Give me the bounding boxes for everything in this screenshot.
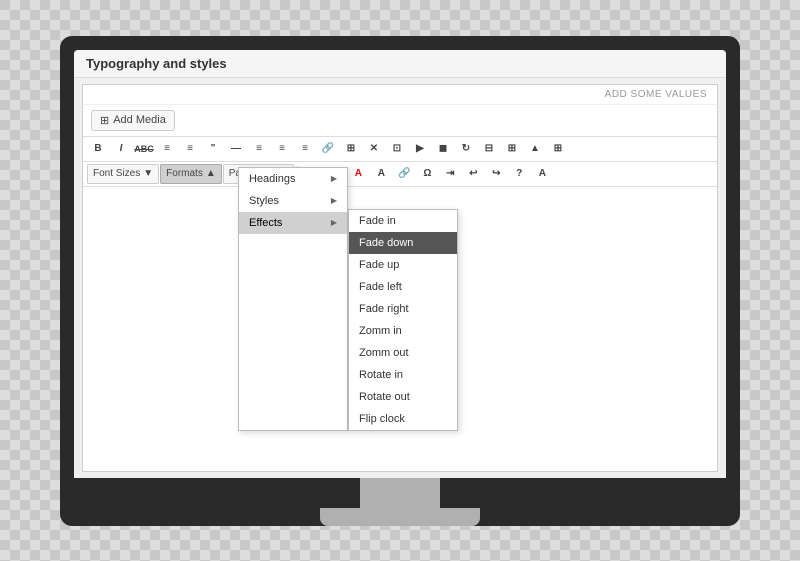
add-values-label: ADD SOME VALUES [605, 89, 707, 100]
ordered-list-button[interactable]: ≡ [179, 139, 201, 159]
add-values-bar: ADD SOME VALUES [83, 85, 717, 105]
fade-right-label: Fade right [359, 303, 409, 315]
effect-fade-in[interactable]: Fade in [349, 210, 457, 232]
menu-item-effects[interactable]: Effects ▶ [239, 212, 347, 234]
embed-button[interactable]: ⊡ [386, 139, 408, 159]
play-button[interactable]: ▶ [409, 139, 431, 159]
fade-left-label: Fade left [359, 281, 402, 293]
font-button[interactable]: A [531, 164, 553, 184]
fade-in-label: Fade in [359, 215, 396, 227]
monitor-screen: Typography and styles ADD SOME VALUES ⊞ … [74, 50, 726, 478]
headings-arrow: ▶ [331, 174, 337, 183]
font-sizes-label: Font Sizes [93, 168, 140, 179]
effect-fade-up[interactable]: Fade up [349, 254, 457, 276]
effect-zoom-in[interactable]: Zomm in [349, 320, 457, 342]
rotate-out-label: Rotate out [359, 391, 410, 403]
bold-button[interactable]: B [87, 139, 109, 159]
media-button[interactable]: ◼ [432, 139, 454, 159]
monitor: Typography and styles ADD SOME VALUES ⊞ … [60, 36, 740, 526]
add-media-label: Add Media [113, 114, 166, 126]
special3-button[interactable]: ⊞ [501, 139, 523, 159]
rotate-in-label: Rotate in [359, 369, 403, 381]
monitor-stand-neck [360, 478, 440, 508]
fade-down-label: Fade down [359, 237, 413, 249]
undo-button[interactable]: ↩ [462, 164, 484, 184]
formats-dropdown[interactable]: Formats ▲ [160, 164, 222, 184]
link-button[interactable]: 🔗 [317, 139, 339, 159]
effects-submenu: Fade in Fade down Fade up Fade left Fade [348, 209, 458, 431]
strikethrough-button[interactable]: ABC [133, 139, 155, 159]
formats-label: Formats [166, 168, 203, 179]
effect-flip-clock[interactable]: Flip clock [349, 408, 457, 430]
effect-rotate-out[interactable]: Rotate out [349, 386, 457, 408]
formats-menu: Headings ▶ Styles ▶ Effects ▶ [238, 167, 348, 431]
add-media-bar: ⊞ Add Media [83, 105, 717, 137]
dropdown-container: Headings ▶ Styles ▶ Effects ▶ [238, 167, 458, 431]
page-title: Typography and styles [86, 56, 227, 71]
menu-item-headings[interactable]: Headings ▶ [239, 168, 347, 190]
headings-label: Headings [249, 173, 295, 185]
unordered-list-button[interactable]: ≡ [156, 139, 178, 159]
special2-button[interactable]: ⊟ [478, 139, 500, 159]
horizontal-rule-button[interactable]: — [225, 139, 247, 159]
title-bar: Typography and styles [74, 50, 726, 78]
add-media-button[interactable]: ⊞ Add Media [91, 110, 175, 131]
effects-arrow: ▶ [331, 218, 337, 227]
up-button[interactable]: ▲ [524, 139, 546, 159]
zoom-out-label: Zomm out [359, 347, 409, 359]
italic-button[interactable]: I [110, 139, 132, 159]
effect-fade-down[interactable]: Fade down [349, 232, 457, 254]
fade-up-label: Fade up [359, 259, 399, 271]
formats-arrow: ▲ [206, 168, 216, 179]
blockquote-button[interactable]: " [202, 139, 224, 159]
redo-button[interactable]: ↪ [485, 164, 507, 184]
menu-item-styles[interactable]: Styles ▶ [239, 190, 347, 212]
align-right-button[interactable]: ≡ [294, 139, 316, 159]
align-center-button[interactable]: ≡ [271, 139, 293, 159]
styles-arrow: ▶ [331, 196, 337, 205]
monitor-stand-base [320, 508, 480, 526]
effect-rotate-in[interactable]: Rotate in [349, 364, 457, 386]
font-sizes-arrow: ▼ [143, 168, 153, 179]
delete-button[interactable]: ✕ [363, 139, 385, 159]
add-media-icon: ⊞ [100, 114, 109, 127]
flip-clock-label: Flip clock [359, 413, 405, 425]
zoom-in-label: Zomm in [359, 325, 402, 337]
editor-wrapper: ADD SOME VALUES ⊞ Add Media B I ABC ≡ ≡ [82, 84, 718, 472]
toolbar-row1: B I ABC ≡ ≡ " — ≡ ≡ ≡ 🔗 ⊞ ✕ ⊡ ▶ ◼ ↻ [83, 137, 717, 162]
effect-fade-left[interactable]: Fade left [349, 276, 457, 298]
effect-zoom-out[interactable]: Zomm out [349, 342, 457, 364]
styles-label: Styles [249, 195, 279, 207]
help-button[interactable]: ? [508, 164, 530, 184]
effect-fade-right[interactable]: Fade right [349, 298, 457, 320]
effects-label: Effects [249, 217, 282, 229]
grid-button[interactable]: ⊞ [547, 139, 569, 159]
special1-button[interactable]: ↻ [455, 139, 477, 159]
screen-content: Typography and styles ADD SOME VALUES ⊞ … [74, 50, 726, 478]
insert-table-button[interactable]: ⊞ [340, 139, 362, 159]
align-left-button[interactable]: ≡ [248, 139, 270, 159]
font-sizes-dropdown[interactable]: Font Sizes ▼ [87, 164, 159, 184]
